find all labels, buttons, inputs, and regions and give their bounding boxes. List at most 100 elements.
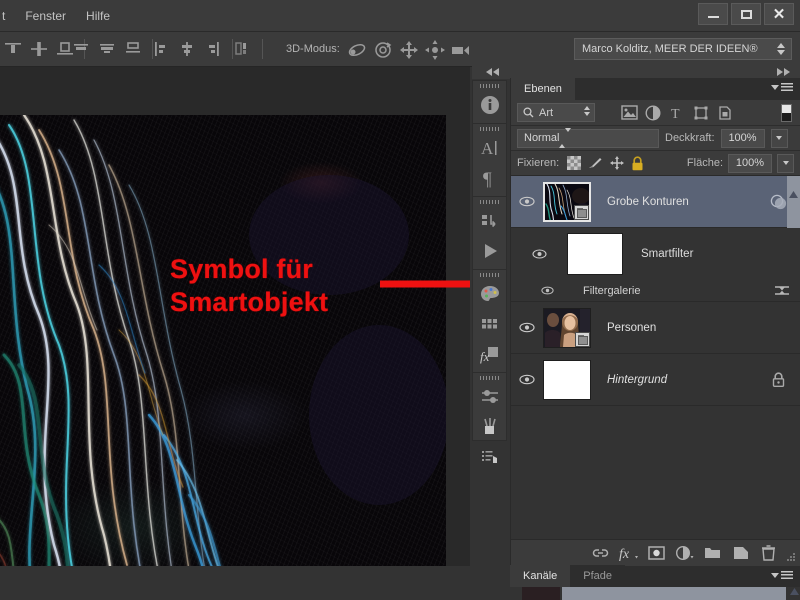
add-layer-mask-icon[interactable] — [643, 541, 670, 565]
fill-dropdown-button[interactable] — [777, 153, 794, 173]
align-horizontal-right-icon[interactable] — [120, 36, 146, 62]
tab-pfade[interactable]: Pfade — [570, 565, 626, 587]
align-vertical-center-icon[interactable] — [26, 36, 52, 62]
layer-row-grobe-konturen[interactable]: Grobe Konturen — [511, 176, 800, 228]
pixel-layer-filter-icon[interactable] — [617, 102, 641, 124]
dock-grip[interactable] — [473, 81, 506, 90]
camera-3d-icon[interactable] — [449, 38, 473, 62]
filter-kind-select[interactable]: Art — [517, 103, 595, 122]
filter-blending-options-icon[interactable] — [764, 284, 800, 298]
panel-resize-grip[interactable] — [785, 551, 797, 563]
panel-menu-button[interactable] — [771, 83, 793, 92]
new-adjustment-layer-icon[interactable] — [671, 541, 698, 565]
bottom-scroll-up-arrow-icon[interactable] — [790, 588, 799, 595]
layer-visibility-toggle[interactable] — [511, 196, 543, 207]
pan-3d-icon[interactable] — [397, 38, 421, 62]
options-bar: 3D-Modus: Marco Kolditz, MEER DER IDEEN® — [0, 32, 800, 67]
layer-comps-icon[interactable] — [473, 206, 506, 236]
adjustments-icon[interactable] — [473, 382, 506, 412]
filter-enable-toggle[interactable] — [781, 104, 792, 122]
styles-fx-icon[interactable]: fx — [473, 339, 506, 369]
slide-3d-icon[interactable] — [423, 38, 447, 62]
opacity-dropdown-button[interactable] — [770, 128, 788, 148]
fill-value-input[interactable]: 100% — [728, 153, 772, 173]
actions-icon[interactable] — [473, 442, 506, 472]
blend-mode-stepper-icon[interactable] — [559, 128, 572, 148]
smartfilter-label: Smartfilter — [641, 248, 694, 260]
mode-3d-label: 3D-Modus: — [286, 43, 340, 55]
dock-grip-4[interactable] — [473, 270, 506, 279]
smartfilter-visibility-toggle[interactable] — [511, 249, 567, 259]
type-layer-filter-icon[interactable]: T — [665, 102, 689, 124]
opacity-value-input[interactable]: 100% — [720, 128, 765, 148]
canvas-area[interactable]: Symbol für Smartobjekt — [0, 67, 470, 600]
new-layer-icon[interactable] — [727, 541, 754, 565]
align-horizontal-left-icon[interactable] — [68, 36, 94, 62]
new-group-icon[interactable] — [699, 541, 726, 565]
distribute-left-icon[interactable] — [148, 36, 174, 62]
lock-transparency-icon[interactable] — [567, 156, 582, 170]
lock-image-icon[interactable] — [588, 156, 603, 170]
adjustment-layer-filter-icon[interactable] — [641, 102, 665, 124]
tool-preset-select[interactable]: Marco Kolditz, MEER DER IDEEN® — [574, 38, 792, 60]
dock-grip-2[interactable] — [473, 124, 506, 133]
dock-grip-3[interactable] — [473, 197, 506, 206]
link-layers-icon[interactable] — [587, 541, 614, 565]
character-icon[interactable]: A — [473, 133, 506, 163]
magnifier-icon — [523, 107, 534, 118]
smartfilter-mask-thumbnail[interactable] — [567, 233, 623, 275]
layer-thumbnail[interactable] — [543, 181, 591, 222]
personen-visibility-toggle[interactable] — [511, 322, 543, 333]
filtergalerie-visibility-toggle[interactable] — [511, 286, 583, 295]
brush-presets-icon[interactable] — [473, 412, 506, 442]
orbit-3d-icon[interactable] — [345, 38, 369, 62]
dock-grip-5[interactable] — [473, 373, 506, 382]
hintergrund-thumbnail[interactable] — [543, 359, 591, 400]
lock-position-icon[interactable] — [610, 156, 625, 170]
filter-kind-stepper-icon[interactable] — [584, 106, 590, 116]
smart-object-filter-icon[interactable] — [713, 102, 737, 124]
bottom-panel-menu-button[interactable] — [771, 571, 793, 580]
minimize-button[interactable] — [698, 3, 728, 25]
tab-kanaele[interactable]: Kanäle — [510, 565, 571, 587]
document-image[interactable] — [0, 115, 446, 600]
menu-item-fenster[interactable]: Fenster — [15, 7, 76, 25]
maximize-button[interactable] — [731, 3, 761, 25]
lock-all-icon[interactable] — [631, 155, 644, 171]
scroll-up-arrow-icon[interactable] — [787, 188, 800, 201]
add-layer-style-icon[interactable]: fx — [615, 541, 642, 565]
layer-list-scrollbar[interactable] — [787, 176, 800, 228]
preset-stepper-icon[interactable] — [777, 43, 785, 55]
delete-layer-icon[interactable] — [755, 541, 782, 565]
blend-mode-select[interactable]: Normal — [517, 128, 659, 148]
channel-row-selected[interactable] — [562, 587, 786, 600]
roll-3d-icon[interactable] — [371, 38, 395, 62]
paragraph-icon[interactable]: ¶ — [473, 163, 506, 193]
filtergalerie-row[interactable]: Filtergalerie — [511, 280, 800, 302]
align-horizontal-center-icon[interactable] — [94, 36, 120, 62]
menu-item-hilfe[interactable]: Hilfe — [76, 7, 120, 25]
smartfilter-row[interactable]: Smartfilter — [511, 228, 800, 280]
tab-ebenen[interactable]: Ebenen — [511, 78, 575, 100]
layer-row-hintergrund[interactable]: Hintergrund — [511, 354, 800, 406]
auto-align-icon[interactable] — [230, 36, 256, 62]
svg-text:T: T — [671, 107, 680, 121]
color-palette-icon[interactable] — [473, 279, 506, 309]
shape-layer-filter-icon[interactable] — [689, 102, 713, 124]
distribute-center-icon[interactable] — [174, 36, 200, 62]
swatches-icon[interactable] — [473, 309, 506, 339]
align-vertical-top-icon[interactable] — [0, 36, 26, 62]
svg-text:A: A — [481, 139, 494, 158]
bottom-panel-content — [510, 587, 800, 600]
menu-item-clipped[interactable]: t — [0, 7, 15, 25]
distribute-right-icon[interactable] — [200, 36, 226, 62]
info-icon[interactable] — [473, 90, 506, 120]
timeline-play-icon[interactable] — [473, 236, 506, 266]
layer-row-personen[interactable]: Personen — [511, 302, 800, 354]
collapse-left-icon[interactable] — [486, 68, 500, 76]
hintergrund-visibility-toggle[interactable] — [511, 374, 543, 385]
close-button[interactable]: ✕ — [764, 3, 794, 25]
bottom-panel-dock: Kanäle Pfade — [510, 565, 800, 600]
personen-thumbnail[interactable] — [543, 307, 591, 348]
collapse-right-icon[interactable] — [777, 68, 791, 76]
